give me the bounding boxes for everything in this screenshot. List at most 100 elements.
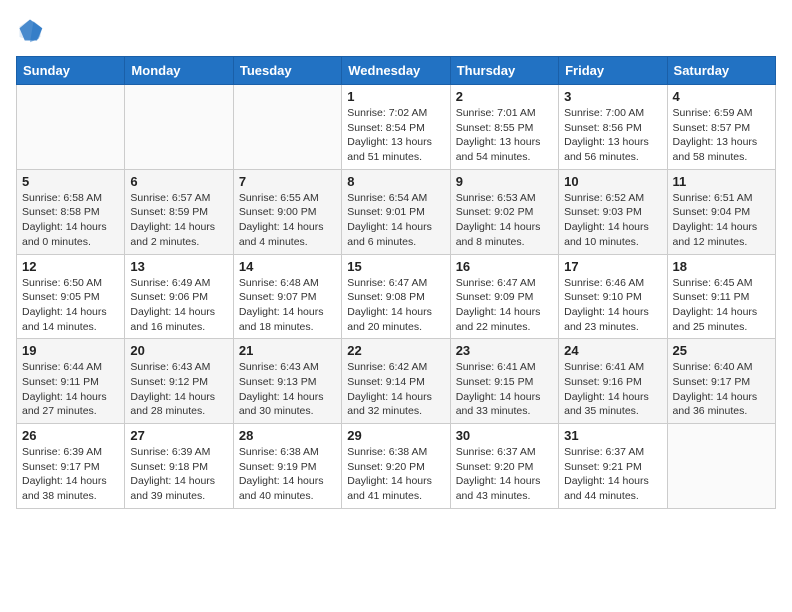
day-number: 15 (347, 259, 444, 274)
calendar-cell: 8Sunrise: 6:54 AMSunset: 9:01 PMDaylight… (342, 169, 450, 254)
calendar-cell: 6 Sunrise: 6:57 AMSunset: 8:59 PMDaylight… (125, 169, 233, 254)
calendar-cell: 7 Sunrise: 6:55 AMSunset: 9:00 PMDaylight… (233, 169, 341, 254)
day-number: 31 (564, 428, 661, 443)
col-friday: Friday (559, 57, 667, 85)
day-info: Sunrise: 6:51 AMSunset: 9:04 PMDaylight:… (673, 191, 770, 250)
calendar-week-row: 26 Sunrise: 6:39 AMSunset: 9:17 PMDayligh… (17, 424, 776, 509)
calendar-cell (667, 424, 775, 509)
calendar-cell: 28 Sunrise: 6:38 AMSunset: 9:19 PMDayligh… (233, 424, 341, 509)
day-info: Sunrise: 6:58 AMSunset: 8:58 PMDaylight:… (22, 191, 119, 250)
calendar-cell: 10 Sunrise: 6:52 AMSunset: 9:03 PMDayligh… (559, 169, 667, 254)
day-info: Sunrise: 6:59 AMSunset: 8:57 PMDaylight:… (673, 106, 770, 165)
calendar-cell: 24 Sunrise: 6:41 AMSunset: 9:16 PMDayligh… (559, 339, 667, 424)
day-info: Sunrise: 6:44 AMSunset: 9:11 PMDaylight:… (22, 360, 119, 419)
calendar-table: Sunday Monday Tuesday Wednesday Thursday… (16, 56, 776, 509)
day-info: Sunrise: 6:38 AMSunset: 9:20 PMDaylight:… (347, 445, 444, 504)
calendar-cell: 21 Sunrise: 6:43 AMSunset: 9:13 PMDayligh… (233, 339, 341, 424)
calendar-cell: 14 Sunrise: 6:48 AMSunset: 9:07 PMDayligh… (233, 254, 341, 339)
day-info: Sunrise: 6:38 AMSunset: 9:19 PMDaylight:… (239, 445, 336, 504)
day-number: 9 (456, 174, 553, 189)
day-info: Sunrise: 6:52 AMSunset: 9:03 PMDaylight:… (564, 191, 661, 250)
calendar-cell: 20Sunrise: 6:43 AMSunset: 9:12 PMDayligh… (125, 339, 233, 424)
day-number: 28 (239, 428, 336, 443)
day-number: 6 (130, 174, 227, 189)
day-number: 10 (564, 174, 661, 189)
calendar-cell: 9 Sunrise: 6:53 AMSunset: 9:02 PMDaylight… (450, 169, 558, 254)
col-monday: Monday (125, 57, 233, 85)
day-info: Sunrise: 6:55 AMSunset: 9:00 PMDaylight:… (239, 191, 336, 250)
calendar-cell: 13 Sunrise: 6:49 AMSunset: 9:06 PMDayligh… (125, 254, 233, 339)
day-info: Sunrise: 6:41 AMSunset: 9:16 PMDaylight:… (564, 360, 661, 419)
day-info: Sunrise: 7:02 AMSunset: 8:54 PMDaylight:… (347, 106, 444, 165)
calendar-cell: 30Sunrise: 6:37 AMSunset: 9:20 PMDayligh… (450, 424, 558, 509)
day-number: 3 (564, 89, 661, 104)
calendar-cell: 4 Sunrise: 6:59 AMSunset: 8:57 PMDaylight… (667, 85, 775, 170)
day-number: 20 (130, 343, 227, 358)
day-info: Sunrise: 6:57 AMSunset: 8:59 PMDaylight:… (130, 191, 227, 250)
col-saturday: Saturday (667, 57, 775, 85)
day-info: Sunrise: 6:39 AMSunset: 9:18 PMDaylight:… (130, 445, 227, 504)
day-number: 25 (673, 343, 770, 358)
day-number: 23 (456, 343, 553, 358)
day-number: 2 (456, 89, 553, 104)
day-info: Sunrise: 6:37 AMSunset: 9:21 PMDaylight:… (564, 445, 661, 504)
calendar-cell: 26 Sunrise: 6:39 AMSunset: 9:17 PMDayligh… (17, 424, 125, 509)
calendar-cell: 2 Sunrise: 7:01 AMSunset: 8:55 PMDaylight… (450, 85, 558, 170)
calendar-cell: 5 Sunrise: 6:58 AMSunset: 8:58 PMDaylight… (17, 169, 125, 254)
day-info: Sunrise: 6:49 AMSunset: 9:06 PMDaylight:… (130, 276, 227, 335)
day-info: Sunrise: 6:47 AMSunset: 9:08 PMDaylight:… (347, 276, 444, 335)
header-row: Sunday Monday Tuesday Wednesday Thursday… (17, 57, 776, 85)
day-number: 5 (22, 174, 119, 189)
col-wednesday: Wednesday (342, 57, 450, 85)
calendar-body: 1 Sunrise: 7:02 AMSunset: 8:54 PMDaylight… (17, 85, 776, 509)
calendar-cell: 25 Sunrise: 6:40 AMSunset: 9:17 PMDayligh… (667, 339, 775, 424)
day-number: 1 (347, 89, 444, 104)
day-number: 11 (673, 174, 770, 189)
calendar-cell: 17 Sunrise: 6:46 AMSunset: 9:10 PMDayligh… (559, 254, 667, 339)
calendar-cell: 19 Sunrise: 6:44 AMSunset: 9:11 PMDayligh… (17, 339, 125, 424)
logo (16, 16, 48, 44)
day-number: 21 (239, 343, 336, 358)
calendar-week-row: 19 Sunrise: 6:44 AMSunset: 9:11 PMDayligh… (17, 339, 776, 424)
day-info: Sunrise: 7:00 AMSunset: 8:56 PMDaylight:… (564, 106, 661, 165)
calendar-cell: 23 Sunrise: 6:41 AMSunset: 9:15 PMDayligh… (450, 339, 558, 424)
calendar-cell: 3 Sunrise: 7:00 AMSunset: 8:56 PMDaylight… (559, 85, 667, 170)
day-number: 8 (347, 174, 444, 189)
calendar-cell: 15 Sunrise: 6:47 AMSunset: 9:08 PMDayligh… (342, 254, 450, 339)
day-info: Sunrise: 7:01 AMSunset: 8:55 PMDaylight:… (456, 106, 553, 165)
calendar-cell: 1 Sunrise: 7:02 AMSunset: 8:54 PMDaylight… (342, 85, 450, 170)
day-number: 30 (456, 428, 553, 443)
day-info: Sunrise: 6:53 AMSunset: 9:02 PMDaylight:… (456, 191, 553, 250)
calendar-week-row: 1 Sunrise: 7:02 AMSunset: 8:54 PMDaylight… (17, 85, 776, 170)
day-number: 4 (673, 89, 770, 104)
day-number: 19 (22, 343, 119, 358)
day-number: 26 (22, 428, 119, 443)
calendar-header: Sunday Monday Tuesday Wednesday Thursday… (17, 57, 776, 85)
calendar-cell: 16Sunrise: 6:47 AMSunset: 9:09 PMDayligh… (450, 254, 558, 339)
calendar-cell (233, 85, 341, 170)
day-number: 22 (347, 343, 444, 358)
day-number: 13 (130, 259, 227, 274)
day-number: 7 (239, 174, 336, 189)
day-info: Sunrise: 6:40 AMSunset: 9:17 PMDaylight:… (673, 360, 770, 419)
col-sunday: Sunday (17, 57, 125, 85)
day-info: Sunrise: 6:50 AMSunset: 9:05 PMDaylight:… (22, 276, 119, 335)
calendar-cell: 31 Sunrise: 6:37 AMSunset: 9:21 PMDayligh… (559, 424, 667, 509)
page-header (16, 16, 776, 44)
day-info: Sunrise: 6:43 AMSunset: 9:13 PMDaylight:… (239, 360, 336, 419)
day-info: Sunrise: 6:45 AMSunset: 9:11 PMDaylight:… (673, 276, 770, 335)
day-number: 16 (456, 259, 553, 274)
day-info: Sunrise: 6:48 AMSunset: 9:07 PMDaylight:… (239, 276, 336, 335)
day-info: Sunrise: 6:46 AMSunset: 9:10 PMDaylight:… (564, 276, 661, 335)
day-number: 24 (564, 343, 661, 358)
day-number: 17 (564, 259, 661, 274)
calendar-week-row: 12 Sunrise: 6:50 AMSunset: 9:05 PMDayligh… (17, 254, 776, 339)
day-number: 12 (22, 259, 119, 274)
day-info: Sunrise: 6:41 AMSunset: 9:15 PMDaylight:… (456, 360, 553, 419)
calendar-cell: 12 Sunrise: 6:50 AMSunset: 9:05 PMDayligh… (17, 254, 125, 339)
day-info: Sunrise: 6:39 AMSunset: 9:17 PMDaylight:… (22, 445, 119, 504)
col-thursday: Thursday (450, 57, 558, 85)
day-number: 14 (239, 259, 336, 274)
calendar-cell: 18 Sunrise: 6:45 AMSunset: 9:11 PMDayligh… (667, 254, 775, 339)
day-number: 18 (673, 259, 770, 274)
